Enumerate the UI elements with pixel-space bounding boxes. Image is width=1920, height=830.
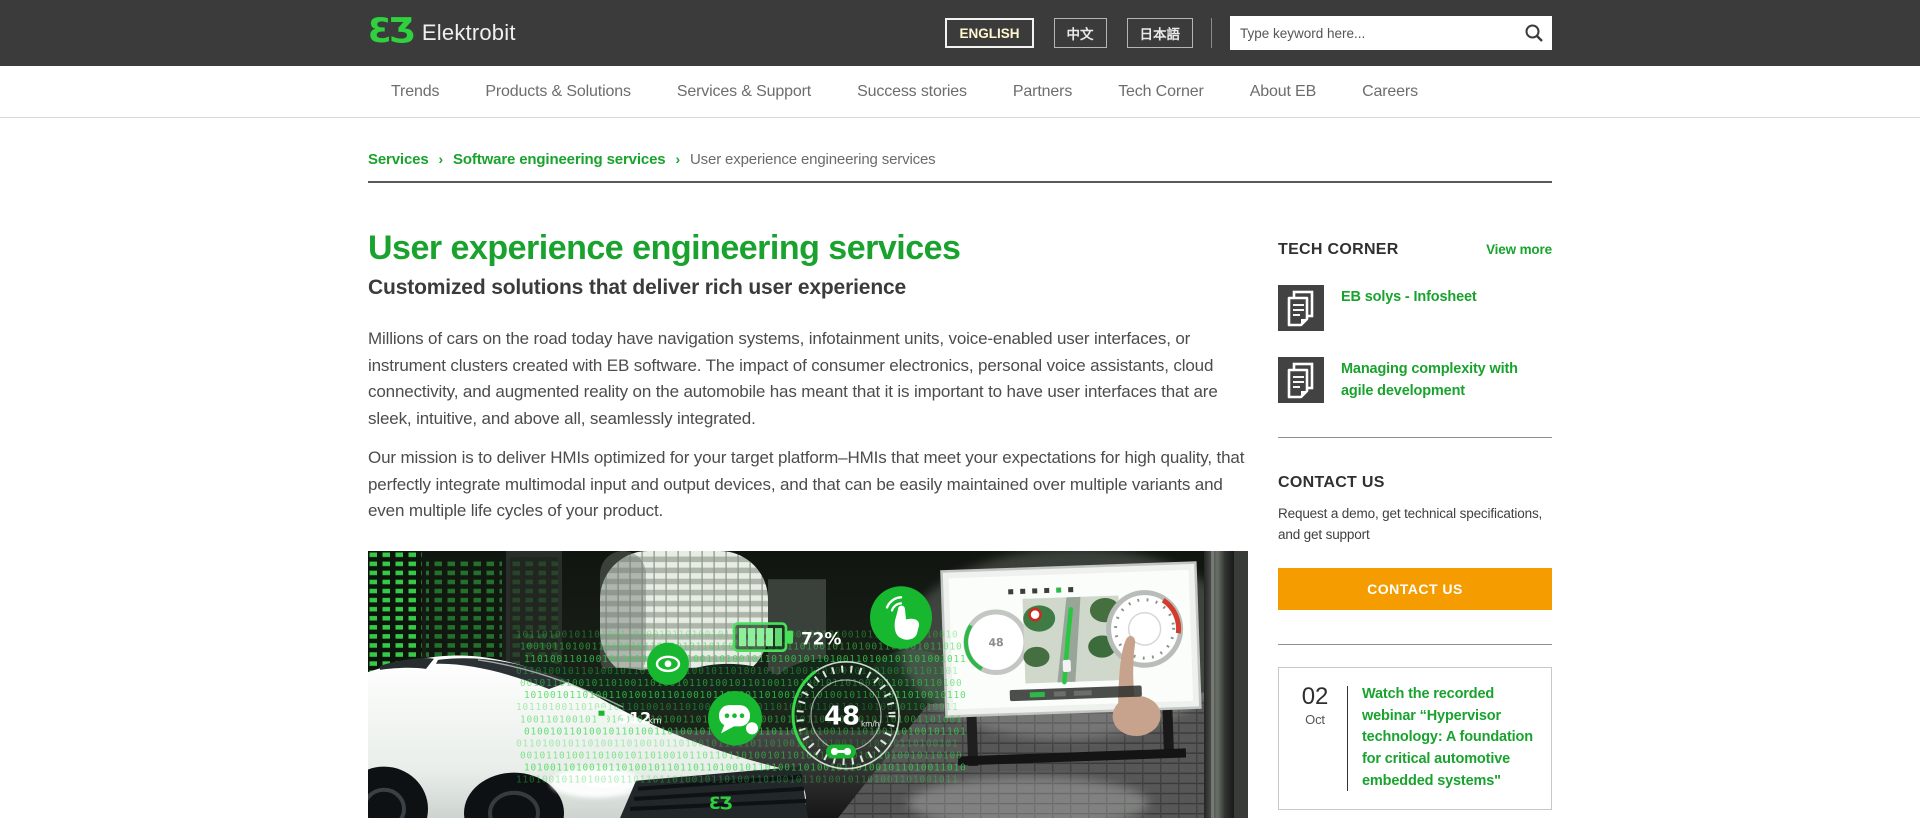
tech-corner-item-managing-complexity[interactable]: Managing complexity with agile developme… (1278, 357, 1552, 403)
nav-item-success-stories[interactable]: Success stories (857, 83, 967, 101)
page-title: User experience engineering services (368, 229, 961, 267)
tech-corner-item-title[interactable]: Managing complexity with agile developme… (1341, 357, 1552, 403)
event-webinar-link[interactable]: Watch the recorded webinar “Hypervisor t… (1362, 684, 1537, 793)
document-icon (1278, 285, 1324, 331)
breadcrumb-current-page: User experience engineering services (689, 151, 936, 168)
brand-logo[interactable]: ƐƷ Elektrobit (368, 11, 516, 51)
brand-name: Elektrobit (421, 20, 516, 45)
nav-item-tech-corner[interactable]: Tech Corner (1118, 83, 1204, 101)
language-switcher: ENGLISH 中文 日本語 (945, 18, 1193, 48)
battery-icon (732, 621, 793, 652)
chat-bubble-icon (708, 690, 762, 746)
search-icon (1525, 24, 1543, 42)
nav-item-trends[interactable]: Trends (391, 83, 439, 101)
language-button-english[interactable]: ENGLISH (945, 18, 1034, 48)
tech-corner-title: TECH CORNER (1278, 241, 1399, 258)
breadcrumb-software-engineering-services[interactable]: Software engineering services (453, 151, 666, 168)
header-divider (1211, 18, 1212, 48)
tech-corner-item-eb-solys[interactable]: EB solys - Infosheet (1278, 285, 1552, 331)
svg-text:001011010011010010110100101101: 0010110100110100101101001011011011010010… (520, 750, 962, 761)
hero-image: 48 ƐƷ 1101001101001011010010110100110100… (368, 550, 1248, 818)
search-box (1230, 16, 1552, 50)
billboard-speed-value: 48 (988, 636, 1003, 650)
range-value: 312 (618, 708, 651, 727)
svg-text:101001101001011010010110110110: 1010011010010110100101101101101001011010… (524, 762, 966, 773)
search-button[interactable] (1516, 16, 1552, 50)
top-header: ƐƷ Elektrobit ENGLISH 中文 日本語 (0, 0, 1920, 66)
elektrobit-logo-icon: ƐƷ (368, 11, 415, 51)
sidebar-divider (1278, 643, 1552, 645)
nav-item-about-eb[interactable]: About EB (1250, 83, 1317, 101)
contact-us-button[interactable]: CONTACT US (1278, 567, 1552, 610)
event-card: 02 Oct Watch the recorded webinar “Hyper… (1278, 666, 1552, 810)
chevron-right-icon: › (675, 150, 680, 167)
nav-item-services-support[interactable]: Services & Support (677, 83, 811, 101)
contact-us-title: CONTACT US (1278, 474, 1385, 491)
event-month: Oct (1305, 712, 1325, 728)
tech-corner-item-title[interactable]: EB solys - Infosheet (1341, 285, 1477, 331)
event-day: 02 (1301, 682, 1329, 710)
mission-paragraph: Our mission is to deliver HMIs optimized… (368, 448, 1245, 521)
eye-icon (647, 642, 689, 685)
car-grille-eb-logo: ƐƷ (709, 793, 732, 813)
pole (1204, 550, 1234, 818)
svg-text:001011010010110100110100101101: 0010110100101101001101001011010010110100… (520, 678, 962, 689)
document-icon (1278, 357, 1324, 403)
nav-item-careers[interactable]: Careers (1362, 83, 1418, 101)
search-input[interactable] (1230, 16, 1516, 50)
event-date: 02 Oct (1293, 682, 1337, 793)
breadcrumb-services[interactable]: Services (368, 151, 429, 168)
svg-text:011010010110100101101001101001: 0110100101101001011010011010010110100101… (516, 666, 958, 677)
nav-item-products-solutions[interactable]: Products & Solutions (485, 83, 631, 101)
main-nav: Trends Products & Solutions Services & S… (0, 66, 1920, 118)
event-divider (1347, 685, 1348, 791)
svg-text:110100110100101101001011010011: 1101001101001011010010110100110100101101… (524, 653, 966, 664)
ar-glasses-icon (826, 744, 856, 759)
touch-gesture-icon (870, 585, 932, 649)
battery-percent-label: 72% (801, 629, 841, 649)
main-content: User experience engineering services Cus… (368, 183, 1248, 818)
language-button-chinese[interactable]: 中文 (1053, 18, 1107, 48)
intro-paragraph: Millions of cars on the road today have … (368, 329, 1218, 428)
speed-value: 48 (824, 701, 860, 731)
sidebar: TECH CORNER View more EB solys - Infoshe… (1278, 183, 1552, 818)
page-subtitle: Customized solutions that deliver rich u… (368, 276, 907, 299)
chevron-right-icon: › (438, 150, 444, 167)
language-button-japanese[interactable]: 日本語 (1126, 18, 1193, 48)
nav-item-partners[interactable]: Partners (1013, 83, 1072, 101)
sidebar-divider (1278, 437, 1552, 438)
view-more-link[interactable]: View more (1486, 242, 1552, 257)
svg-text:110100101101001011011011010010: 1101001011010010110110110100101101001101… (516, 774, 958, 785)
speed-unit: km/h (861, 719, 880, 728)
range-unit: km (648, 716, 662, 726)
breadcrumb: Services › Software engineering services… (368, 150, 1552, 169)
contact-us-text: Request a demo, get technical specificat… (1278, 506, 1543, 542)
